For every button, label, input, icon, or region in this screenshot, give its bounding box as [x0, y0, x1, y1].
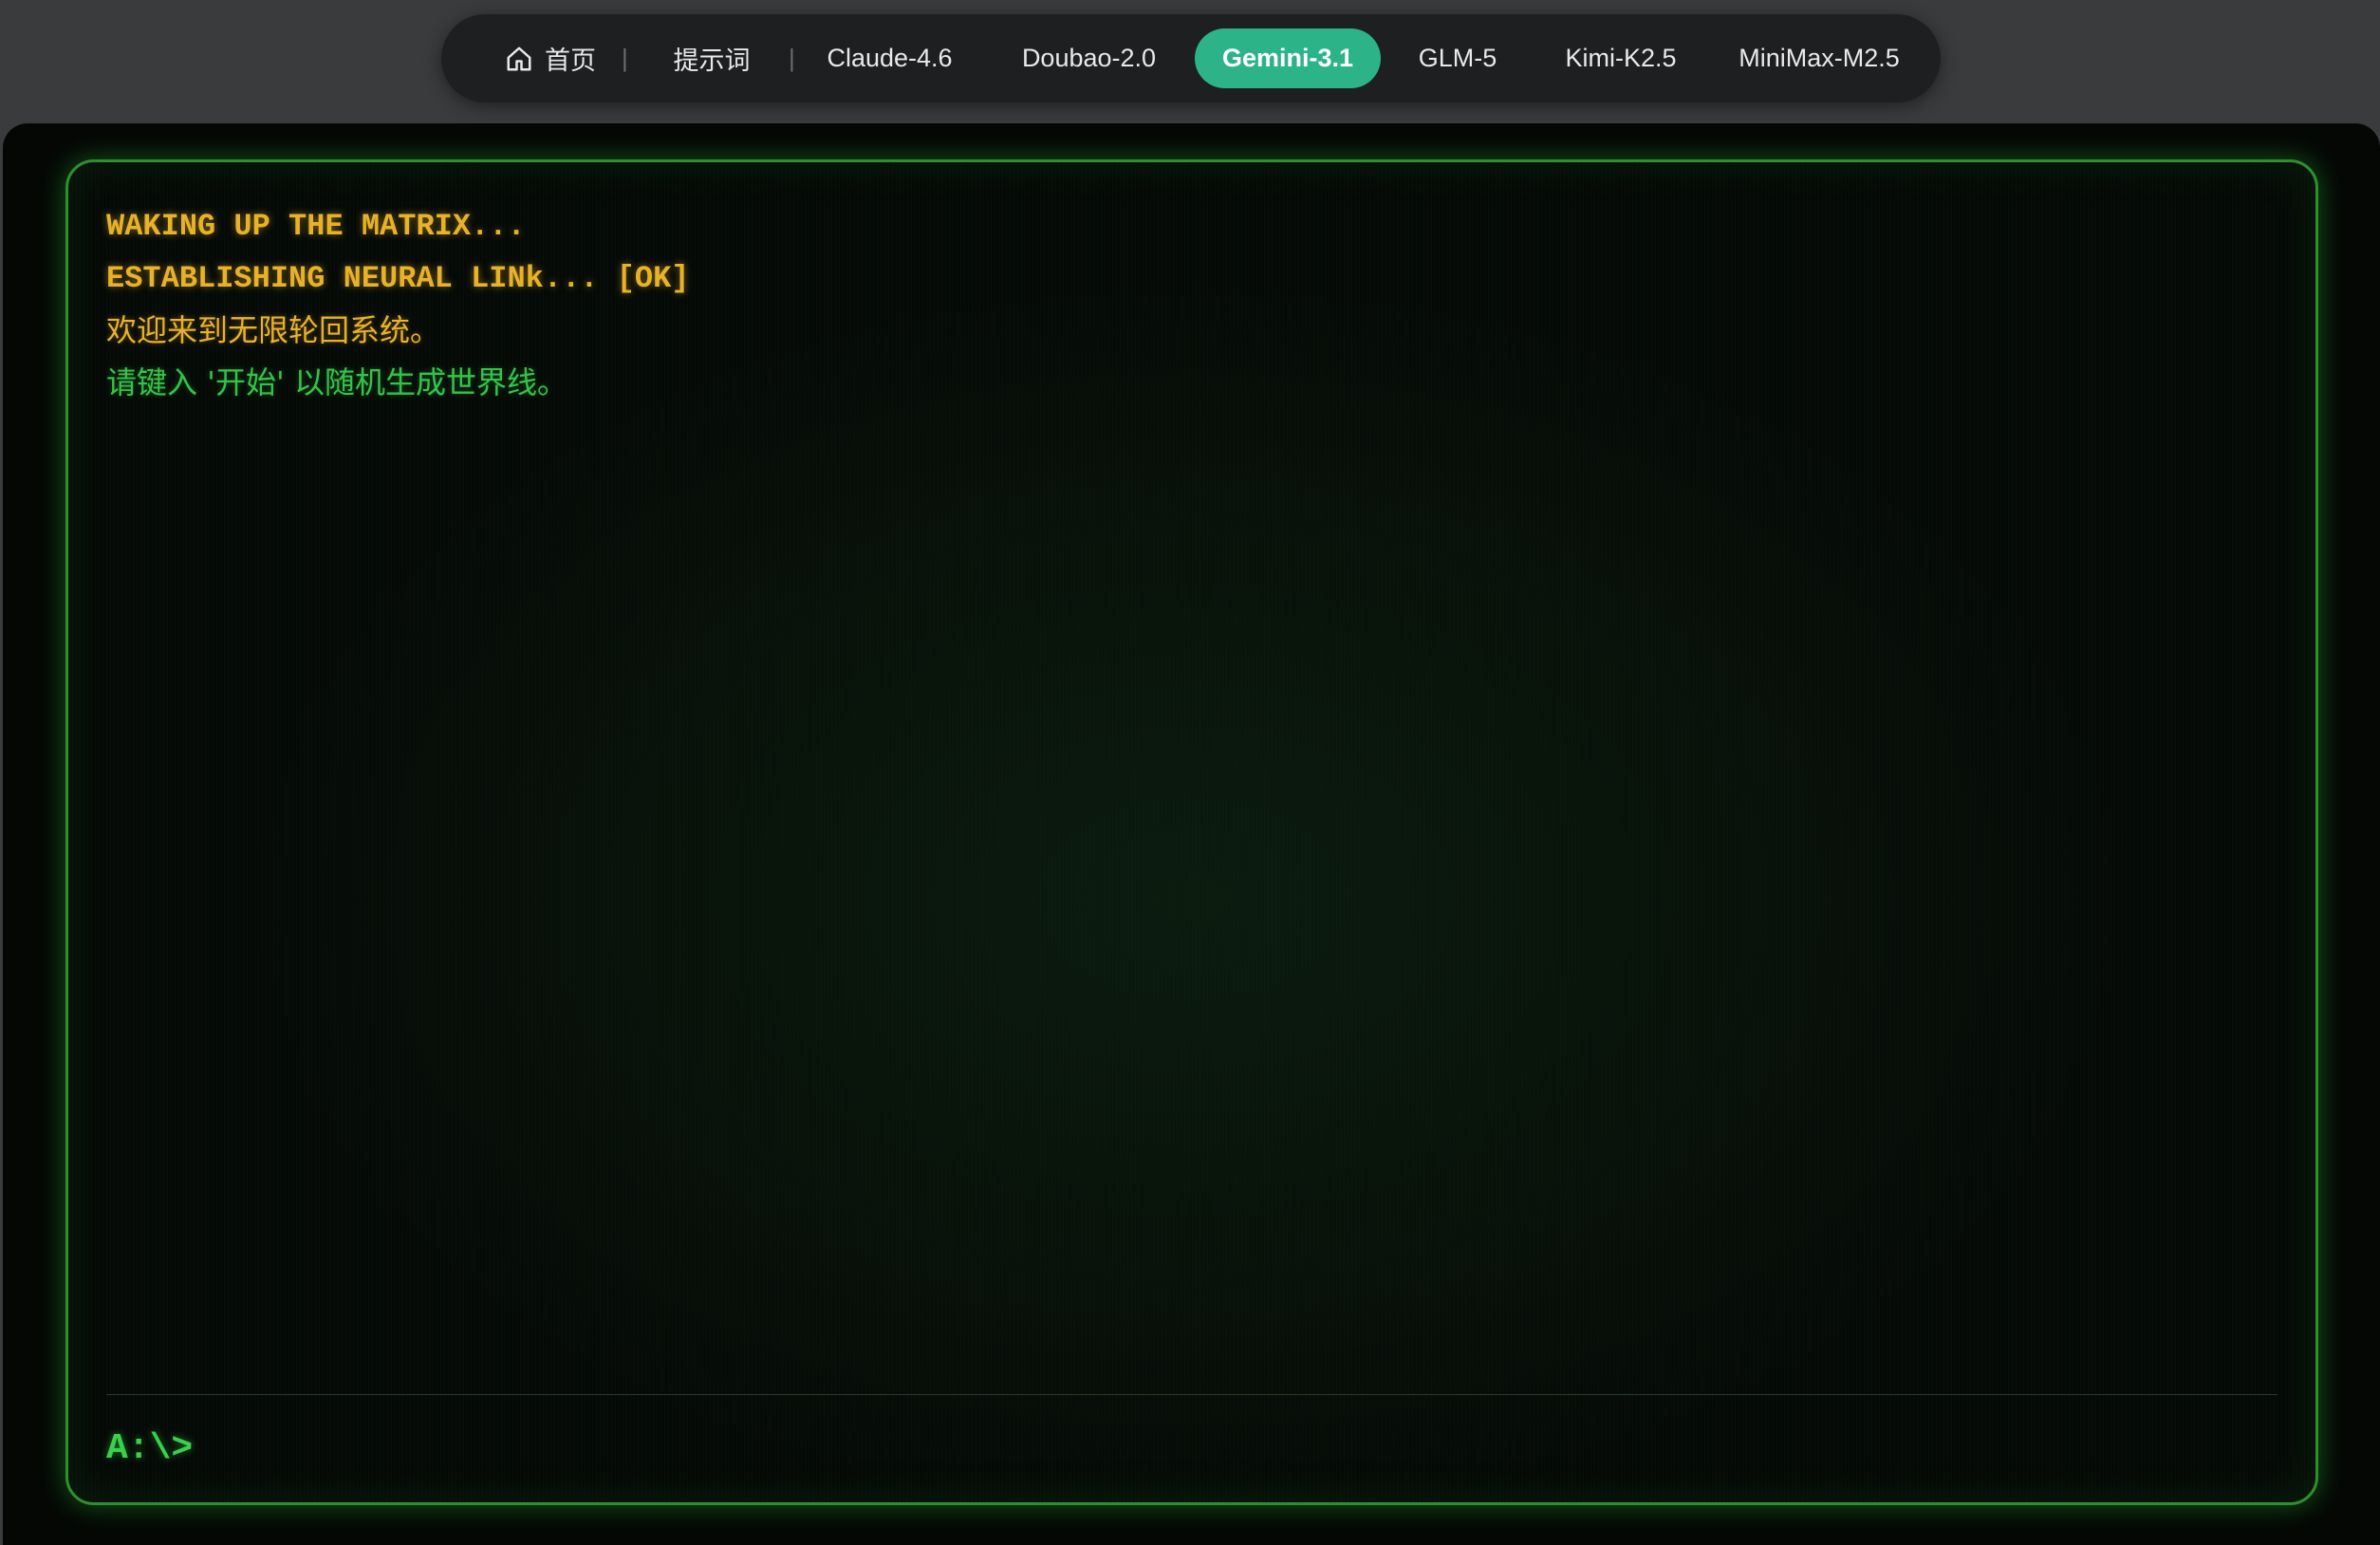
- terminal-line-welcome: 欢迎来到无限轮回系统。: [106, 312, 441, 348]
- terminal-window: WAKING UP THE MATRIX... ESTABLISHING NEU…: [65, 159, 2318, 1505]
- tab-minimax[interactable]: MiniMax-M2.5: [1734, 14, 1905, 102]
- app-page: 首页 | 提示词 | Claude-4.6 Doubao-2.0 Gemini-…: [0, 0, 2380, 1545]
- nav-separator: |: [789, 44, 795, 72]
- terminal-line-boot: WAKING UP THE MATRIX...: [106, 209, 526, 244]
- tab-claude[interactable]: Claude-4.6: [826, 14, 954, 102]
- tab-kimi[interactable]: Kimi-K2.5: [1559, 14, 1683, 102]
- tab-gemini[interactable]: Gemini-3.1: [1195, 28, 1381, 88]
- command-row: A:\>: [106, 1420, 2278, 1477]
- terminal-line-instruction: 请键入 '开始' 以随机生成世界线。: [106, 364, 567, 400]
- input-divider: [106, 1394, 2278, 1395]
- home-icon: [507, 47, 531, 70]
- main-stage: WAKING UP THE MATRIX... ESTABLISHING NEU…: [3, 123, 2380, 1545]
- nav-home[interactable]: 首页: [489, 14, 612, 102]
- top-nav: 首页 | 提示词 | Claude-4.6 Doubao-2.0 Gemini-…: [441, 14, 1941, 102]
- tab-glm[interactable]: GLM-5: [1415, 14, 1500, 102]
- terminal-line-link: ESTABLISHING NEURAL LINk... [OK]: [106, 261, 690, 296]
- tab-doubao[interactable]: Doubao-2.0: [1015, 14, 1162, 102]
- nav-home-label: 首页: [545, 47, 596, 75]
- nav-separator: |: [622, 44, 628, 72]
- nav-prompts[interactable]: 提示词: [664, 14, 759, 102]
- command-prompt: A:\>: [106, 1427, 194, 1469]
- command-input[interactable]: [206, 1424, 2278, 1473]
- terminal-output: WAKING UP THE MATRIX... ESTABLISHING NEU…: [106, 200, 2278, 409]
